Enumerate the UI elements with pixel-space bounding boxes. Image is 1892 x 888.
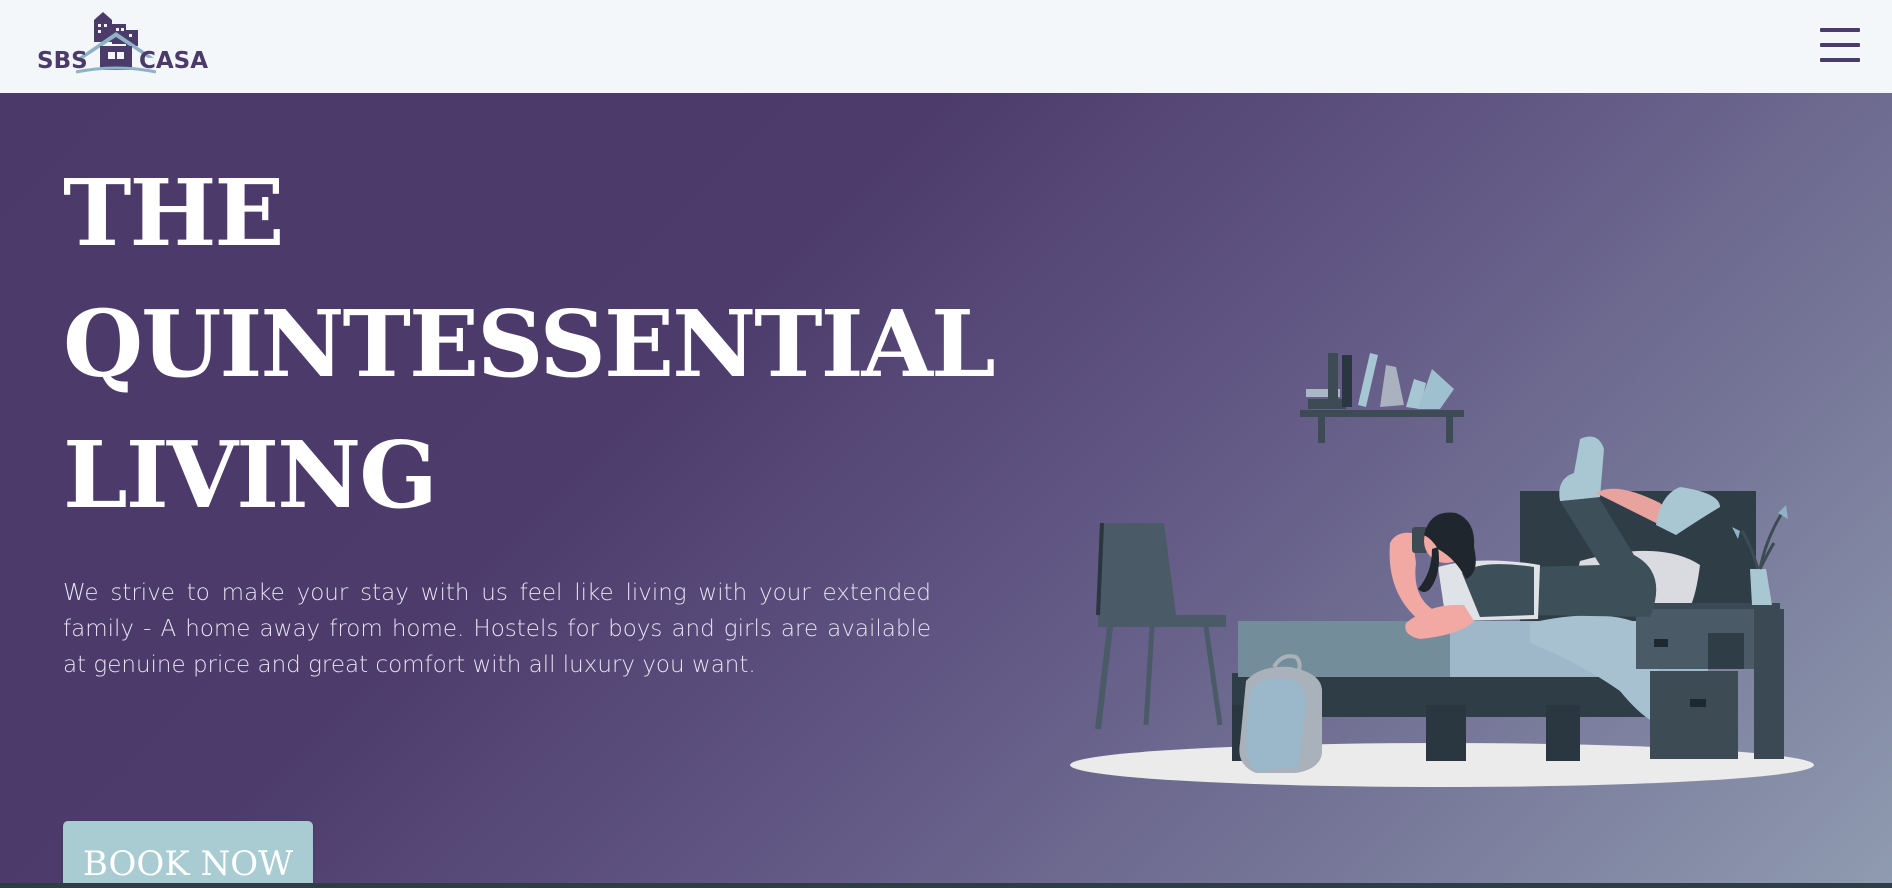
hamburger-menu-icon[interactable] (1820, 27, 1862, 63)
headline-line-3: LIVING (63, 421, 438, 529)
girl-on-bed-illustration (1070, 353, 1814, 787)
book-now-button[interactable]: BOOK NOW (63, 821, 313, 883)
brand-name-left: SBS (37, 48, 88, 74)
top-navbar: SBS CASA (0, 0, 1892, 93)
hero-description: We strive to make your stay with us feel… (63, 580, 931, 678)
hero-headline: THE QUINTESSENTIAL LIVING (63, 148, 996, 541)
hero-section: THE QUINTESSENTIAL LIVING We strive to m… (0, 93, 1892, 883)
brand-name-right: CASA (139, 48, 209, 74)
headline-line-1: THE (63, 159, 285, 267)
bottom-strip (0, 883, 1892, 888)
headline-line-2: QUINTESSENTIAL (63, 290, 996, 398)
brand-logo[interactable]: SBS CASA (36, 10, 222, 78)
